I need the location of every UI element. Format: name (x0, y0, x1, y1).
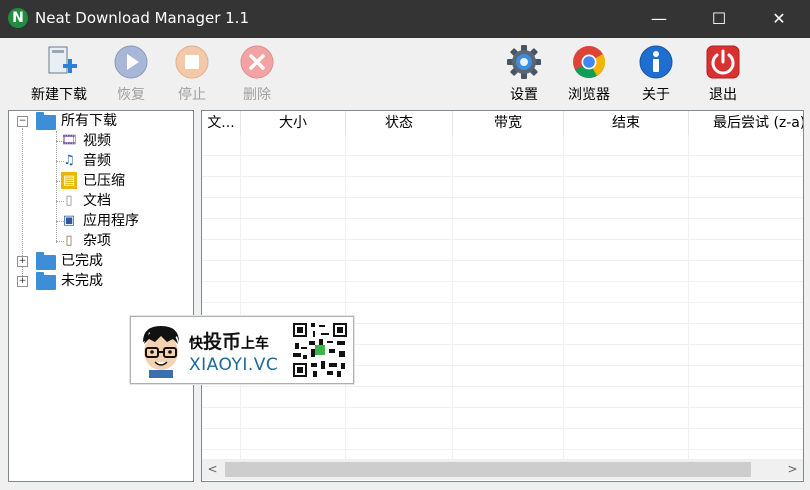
window-title: Neat Download Manager 1.1 (35, 9, 249, 27)
chrome-icon (571, 44, 607, 80)
empty-row (202, 261, 803, 282)
music-note-icon: ♫ (63, 153, 75, 168)
about-label: 关于 (642, 87, 670, 103)
empty-row (202, 387, 803, 408)
empty-row (202, 156, 803, 177)
video-file-icon: 🎞 (61, 133, 78, 148)
tree-item-audio[interactable]: 音频 (83, 151, 111, 171)
column-header-size[interactable]: 大小 (241, 111, 346, 135)
browser-label: 浏览器 (568, 87, 610, 103)
empty-row (202, 408, 803, 429)
tree-item-completed[interactable]: 已完成 (61, 251, 103, 271)
tree-item-compressed[interactable]: 已压缩 (83, 171, 125, 191)
expand-expander[interactable]: + (17, 276, 28, 287)
scroll-left-arrow-icon[interactable]: < (202, 459, 223, 480)
tree-item-misc[interactable]: 杂项 (83, 231, 111, 251)
exit-label: 退出 (709, 87, 737, 103)
empty-row (202, 219, 803, 240)
resume-button[interactable]: 恢复 (96, 42, 166, 104)
minimize-button[interactable]: — (632, 0, 686, 38)
download-list: 文... 大小 状态 带宽 结束 最后尝试 (z-a) < > (201, 110, 804, 482)
stop-icon (174, 44, 210, 80)
empty-row (202, 282, 803, 303)
archive-icon: ▤ (61, 172, 77, 189)
about-button[interactable]: 关于 (621, 42, 691, 104)
scroll-right-arrow-icon[interactable]: > (782, 459, 803, 480)
tree-item-applications[interactable]: 应用程序 (83, 211, 139, 231)
collapse-expander[interactable]: − (17, 116, 28, 127)
power-icon (705, 44, 741, 80)
application-icon: ▣ (62, 213, 76, 228)
column-header-end[interactable]: 结束 (564, 111, 689, 135)
column-header-status[interactable]: 状态 (346, 111, 453, 135)
empty-row (202, 198, 803, 219)
watermark-overlay: 快投币上车 XIAOYI.VC (130, 316, 354, 384)
watermark-text-2: 上车 (241, 336, 270, 352)
folder-icon (36, 272, 56, 290)
misc-file-icon: ▯ (65, 233, 73, 248)
close-button[interactable]: ✕ (752, 0, 806, 38)
exit-button[interactable]: 退出 (688, 42, 758, 104)
new-download-button[interactable]: 新建下载 (24, 42, 94, 104)
qr-code-icon (291, 321, 349, 379)
tree-item-all-downloads[interactable]: 所有下载 (61, 111, 117, 131)
column-header-last-try[interactable]: 最后尝试 (z-a) (689, 111, 803, 135)
title-bar: N Neat Download Manager 1.1 — ☐ ✕ (0, 0, 810, 38)
app-logo-icon: N (8, 8, 28, 28)
column-header-filename[interactable]: 文... (202, 111, 241, 135)
folder-icon (36, 252, 56, 270)
settings-button[interactable]: 设置 (489, 42, 559, 104)
scrollbar-thumb[interactable] (225, 462, 751, 477)
watermark-slogan: 快投币上车 (189, 327, 269, 354)
watermark-text-1: 快 (189, 336, 203, 352)
watermark-text-big: 投币 (203, 331, 242, 353)
empty-row (202, 240, 803, 261)
resume-label: 恢复 (117, 87, 145, 103)
document-icon: ▯ (65, 193, 73, 208)
maximize-button[interactable]: ☐ (692, 0, 746, 38)
cartoon-avatar-icon (137, 322, 185, 378)
delete-button[interactable]: 删除 (222, 42, 292, 104)
settings-label: 设置 (510, 87, 538, 103)
delete-label: 删除 (243, 87, 271, 103)
toolbar: 新建下载 恢复 停止 删除 设置 浏览器 关于 退出 (0, 38, 810, 108)
column-header-bandwidth[interactable]: 带宽 (453, 111, 564, 135)
tree-guide-line (56, 131, 57, 243)
empty-row (202, 429, 803, 450)
empty-row (202, 135, 803, 156)
horizontal-scrollbar[interactable]: < > (202, 459, 803, 480)
expand-expander[interactable]: + (17, 256, 28, 267)
empty-row (202, 177, 803, 198)
info-icon (638, 44, 674, 80)
new-download-icon (41, 44, 77, 80)
play-icon (113, 44, 149, 80)
browser-button[interactable]: 浏览器 (554, 42, 624, 104)
new-download-label: 新建下载 (31, 87, 87, 103)
stop-label: 停止 (178, 87, 206, 103)
tree-item-documents[interactable]: 文档 (83, 191, 111, 211)
watermark-site: XIAOYI.VC (189, 355, 279, 375)
category-tree: − 所有下载 🎞 视频 ♫ 音频 ▤ 已压缩 ▯ 文档 ▣ 应用程序 ▯ 杂项 … (8, 110, 194, 482)
tree-item-video[interactable]: 视频 (83, 131, 111, 151)
gear-icon (506, 44, 542, 80)
stop-button[interactable]: 停止 (157, 42, 227, 104)
folder-icon (36, 112, 56, 130)
tree-item-incomplete[interactable]: 未完成 (61, 271, 103, 291)
delete-icon (239, 44, 275, 80)
